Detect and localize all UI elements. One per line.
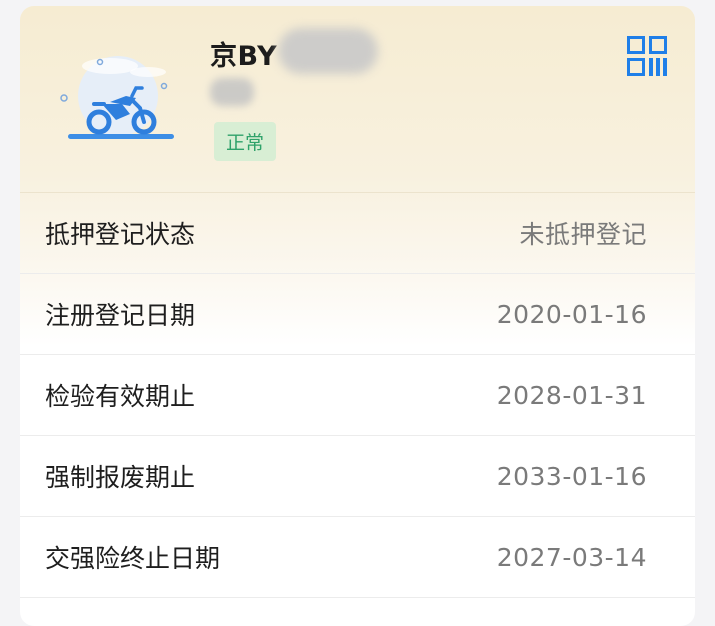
detail-value: 未抵押登记: [519, 220, 647, 249]
detail-value: 2028-01-31: [496, 380, 647, 410]
detail-label: 抵押登记状态: [45, 220, 196, 249]
detail-value: 2033-01-16: [496, 461, 647, 491]
detail-label: 注册登记日期: [45, 301, 196, 330]
vehicle-header: 京BY 正常: [20, 6, 695, 193]
status-badge: 正常: [214, 122, 277, 161]
detail-value: 2020-01-16: [496, 299, 647, 329]
detail-label: 检验有效期止: [45, 382, 196, 411]
plate-redaction: [278, 28, 378, 74]
detail-value: 2027-03-14: [496, 542, 647, 572]
vehicle-card: 京BY 正常 抵押登记状态 未抵押登记 注册登记日期 2020-01-16 检验…: [20, 6, 695, 626]
motorcycle-icon: [60, 56, 174, 139]
owner-redaction: [210, 78, 254, 106]
detail-row-insurance-expiry: 交强险终止日期 2027-03-14: [20, 517, 695, 598]
detail-row-mortgage: 抵押登记状态 未抵押登记: [20, 193, 695, 274]
detail-row-registration-date: 注册登记日期 2020-01-16: [20, 274, 695, 355]
detail-label: 强制报废期止: [45, 463, 196, 492]
plate-number: 京BY: [210, 41, 278, 72]
qr-code-icon[interactable]: [627, 36, 667, 76]
detail-row-inspection-expiry: 检验有效期止 2028-01-31: [20, 355, 695, 436]
detail-label: 交强险终止日期: [45, 544, 221, 573]
detail-row-scrap-deadline: 强制报废期止 2033-01-16: [20, 436, 695, 517]
